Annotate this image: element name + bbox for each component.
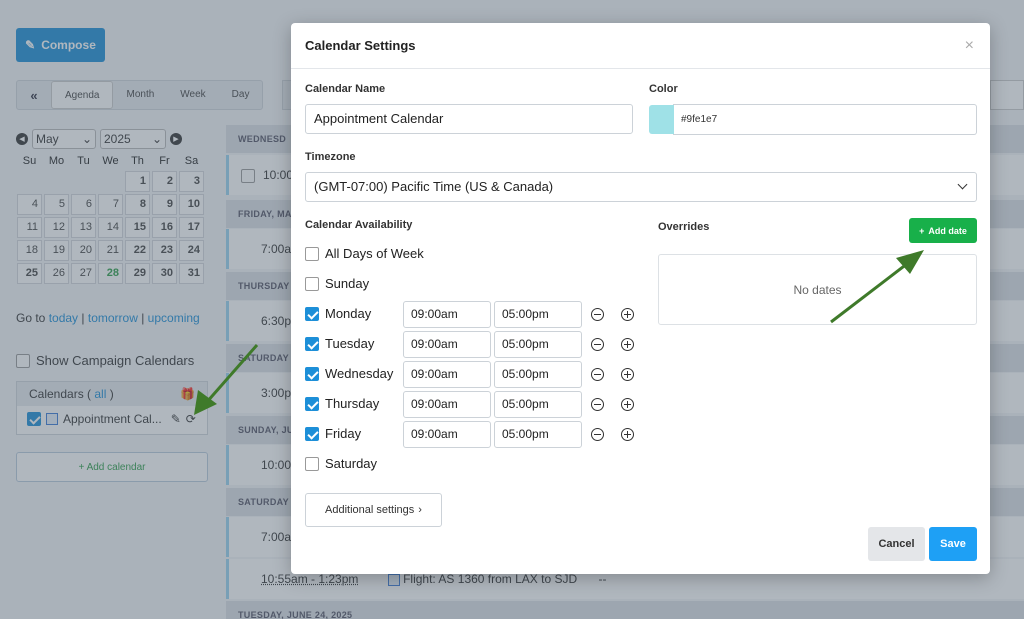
day-label: Sunday <box>325 276 370 291</box>
day-checkbox[interactable] <box>305 336 319 351</box>
end-time-input[interactable]: 05:00pm <box>494 331 582 358</box>
add-date-button[interactable]: + Add date <box>909 218 977 243</box>
add-slot-icon[interactable] <box>621 428 634 441</box>
day-checkbox[interactable] <box>305 426 319 441</box>
all-days-checkbox[interactable] <box>305 246 319 261</box>
timezone-label: Timezone <box>305 151 356 163</box>
day-checkbox[interactable] <box>305 396 319 411</box>
calendar-settings-modal: Calendar Settings × Calendar Name Appoin… <box>291 23 990 574</box>
start-time-input[interactable]: 09:00am <box>403 361 491 388</box>
plus-icon: + <box>919 225 925 236</box>
additional-settings-button[interactable]: Additional settings › <box>305 493 442 527</box>
remove-slot-icon[interactable] <box>591 398 604 411</box>
day-checkbox[interactable] <box>305 366 319 381</box>
end-time-input[interactable]: 05:00pm <box>494 301 582 328</box>
day-row-monday[interactable]: Monday <box>305 306 371 321</box>
end-time-input[interactable]: 05:00pm <box>494 361 582 388</box>
save-button[interactable]: Save <box>929 527 977 561</box>
day-checkbox[interactable] <box>305 306 319 321</box>
day-checkbox[interactable] <box>305 276 319 291</box>
day-label: Thursday <box>325 396 380 411</box>
remove-slot-icon[interactable] <box>591 368 604 381</box>
cancel-button[interactable]: Cancel <box>868 527 925 561</box>
day-checkbox[interactable] <box>305 456 319 471</box>
add-slot-icon[interactable] <box>621 338 634 351</box>
add-date-label: Add date <box>928 225 967 236</box>
add-slot-icon[interactable] <box>621 398 634 411</box>
day-row-thursday[interactable]: Thursday <box>305 396 379 411</box>
calendar-name-input[interactable]: Appointment Calendar <box>305 104 633 134</box>
add-slot-icon[interactable] <box>621 308 634 321</box>
remove-slot-icon[interactable] <box>591 338 604 351</box>
overrides-list: No dates <box>658 254 977 325</box>
start-time-input[interactable]: 09:00am <box>403 421 491 448</box>
end-time-input[interactable]: 05:00pm <box>494 421 582 448</box>
timezone-select[interactable]: (GMT-07:00) Pacific Time (US & Canada) <box>305 172 977 202</box>
modal-header: Calendar Settings × <box>291 23 990 69</box>
timezone-value: (GMT-07:00) Pacific Time (US & Canada) <box>314 179 554 194</box>
day-row-tuesday[interactable]: Tuesday <box>305 336 374 351</box>
add-slot-icon[interactable] <box>621 368 634 381</box>
day-label: Wednesday <box>325 366 394 381</box>
day-row-wednesday[interactable]: Wednesday <box>305 366 393 381</box>
day-row-sunday[interactable]: Sunday <box>305 276 369 291</box>
calendar-name-label: Calendar Name <box>305 83 386 95</box>
day-label: Saturday <box>325 456 378 471</box>
remove-slot-icon[interactable] <box>591 428 604 441</box>
start-time-input[interactable]: 09:00am <box>403 391 491 418</box>
all-days-toggle[interactable]: All Days of Week <box>305 246 424 261</box>
color-input[interactable]: #9fe1e7 <box>673 104 977 135</box>
day-row-saturday[interactable]: Saturday <box>305 456 377 471</box>
chevron-right-icon: › <box>418 504 422 516</box>
chevron-down-icon <box>957 179 968 190</box>
start-time-input[interactable]: 09:00am <box>403 301 491 328</box>
start-time-input[interactable]: 09:00am <box>403 331 491 358</box>
color-swatch[interactable] <box>649 105 674 134</box>
remove-slot-icon[interactable] <box>591 308 604 321</box>
availability-label: Calendar Availability <box>305 219 413 231</box>
color-label: Color <box>649 83 678 95</box>
end-time-input[interactable]: 05:00pm <box>494 391 582 418</box>
modal-title: Calendar Settings <box>305 38 416 53</box>
close-icon[interactable]: × <box>965 37 976 55</box>
all-days-label: All Days of Week <box>325 246 424 261</box>
day-row-friday[interactable]: Friday <box>305 426 361 441</box>
day-label: Tuesday <box>325 336 375 351</box>
day-label: Friday <box>325 426 362 441</box>
day-label: Monday <box>325 306 372 321</box>
overrides-label: Overrides <box>658 221 710 233</box>
additional-settings-label: Additional settings <box>325 504 415 516</box>
no-dates-text: No dates <box>793 282 842 297</box>
